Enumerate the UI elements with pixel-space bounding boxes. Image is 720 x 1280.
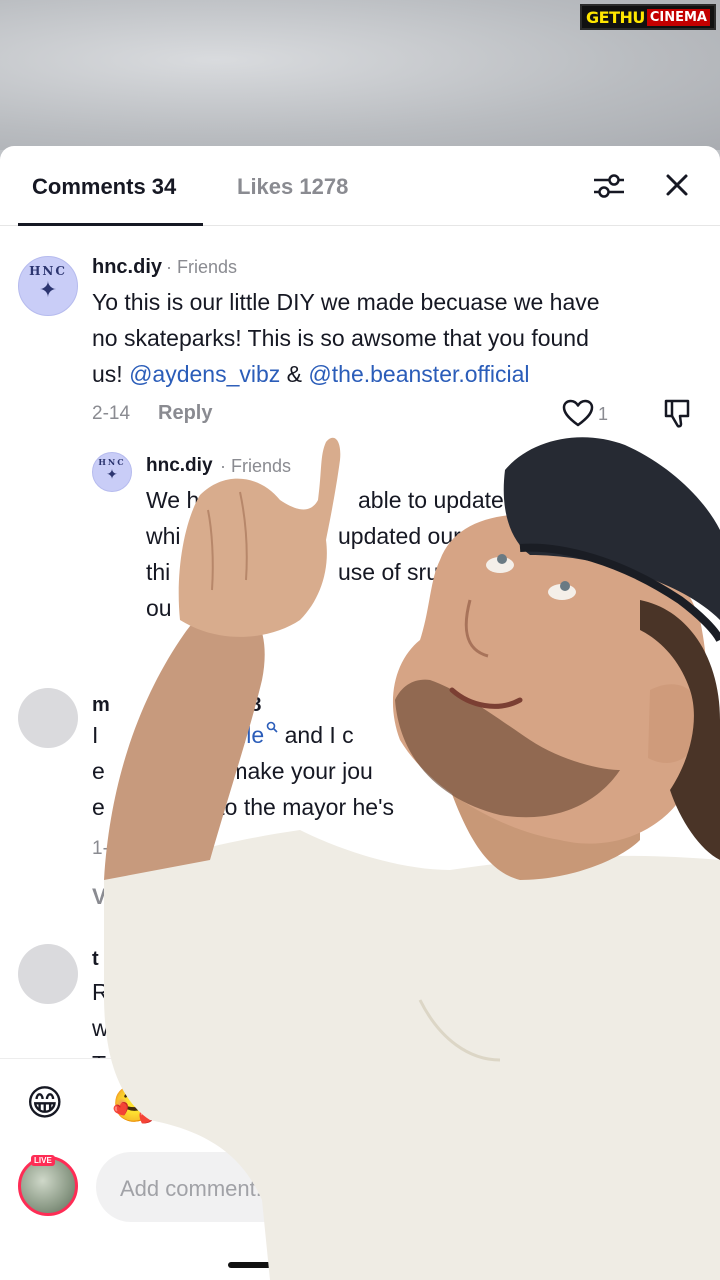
friends-label: · Friends bbox=[220, 456, 292, 476]
like-heart-icon[interactable] bbox=[561, 398, 595, 428]
comment-username[interactable]: hnc.diy bbox=[92, 256, 162, 279]
comment-text-fragment: We h bbox=[146, 487, 200, 513]
skater-icon: ✦ bbox=[38, 276, 58, 302]
comment-line-text: us! bbox=[92, 361, 130, 387]
channel-watermark: GETHU CINEMA bbox=[580, 4, 716, 30]
mention-link[interactable]: @aydens_vibz bbox=[129, 361, 280, 387]
watermark-text-1: GETHU bbox=[586, 7, 645, 27]
comment-text-fragment: ou bbox=[146, 595, 172, 621]
friends-label: · Friends bbox=[166, 257, 238, 277]
comment-text: Yo this is our little DIY we made becuas… bbox=[92, 284, 702, 392]
friends-text: Friends bbox=[177, 257, 238, 277]
grin-emoji-button[interactable]: 😁 bbox=[26, 1083, 64, 1124]
comment-text-fragment: use of sruff we bbox=[338, 559, 488, 585]
comment-text-fragment: ayesville and I c bbox=[176, 717, 354, 753]
comment-text-fragment: w bbox=[92, 1015, 109, 1041]
avatar[interactable] bbox=[18, 944, 78, 1004]
comment-username[interactable]: hnc.diy bbox=[146, 455, 213, 477]
tab-likes[interactable]: Likes 1278 bbox=[237, 174, 348, 200]
comment-text-fragment: e bbox=[92, 794, 105, 820]
dislike-icon[interactable] bbox=[662, 398, 692, 430]
mention-link[interactable]: @the.beanster.official bbox=[308, 361, 529, 387]
avatar[interactable]: HNC ✦ bbox=[92, 452, 132, 492]
comment-text-fragment: e bbox=[92, 758, 105, 784]
comment-text-fragment: thi bbox=[146, 559, 171, 585]
current-user-avatar[interactable]: LIVE bbox=[18, 1155, 78, 1216]
close-icon[interactable] bbox=[662, 170, 692, 200]
filter-icon[interactable] bbox=[592, 172, 626, 200]
laugh-emoji-button[interactable]: 😂 bbox=[202, 1083, 244, 1124]
comment-text-fragment: a bbox=[624, 487, 637, 513]
like-count: 1 bbox=[598, 404, 609, 424]
comment-line: Yo this is our little DIY we made becuas… bbox=[92, 289, 600, 315]
avatar-logo-text: HNC bbox=[29, 264, 67, 278]
search-icon bbox=[266, 721, 278, 733]
comment-text-fragment: R bbox=[92, 979, 109, 1005]
live-badge: LIVE bbox=[31, 1155, 55, 1166]
comment-line-text: and I c bbox=[278, 722, 354, 748]
comment-date: 1- bbox=[92, 838, 109, 859]
skater-icon: ✦ bbox=[106, 466, 118, 483]
comments-sheet: Comments 34 Likes 1278 HNC ✦ hnc.diy · F… bbox=[0, 146, 720, 1280]
comment-text-fragment: d also to make your jou bbox=[135, 758, 373, 784]
comment-text-fragment: I bbox=[92, 722, 99, 748]
avatar[interactable]: HNC ✦ bbox=[18, 256, 78, 316]
comment-text-fragment: updated our pa bbox=[338, 523, 493, 549]
reply-button[interactable]: Reply bbox=[145, 837, 199, 860]
comment-username-fragment[interactable]: t bbox=[92, 948, 99, 971]
comment-text-fragment: able to update bbox=[358, 487, 504, 513]
comment-text-fragment: whi bbox=[146, 523, 181, 549]
comment-line: no skateparks! This is so awsome that yo… bbox=[92, 325, 589, 351]
home-indicator bbox=[228, 1262, 492, 1268]
comment-date: 2-14 bbox=[92, 403, 131, 424]
active-tab-indicator bbox=[18, 223, 203, 226]
love-emoji-button[interactable]: 🥰 bbox=[112, 1083, 157, 1125]
comment-text-fragment: ily go talk to the mayor he's bbox=[116, 794, 394, 820]
view-replies-button[interactable]: V bbox=[92, 884, 107, 910]
avatar[interactable] bbox=[18, 688, 78, 748]
mention-separator: & bbox=[280, 361, 309, 387]
comment-line: us! @aydens_vibz & @the.beanster.officia… bbox=[92, 356, 702, 392]
hashtag-link[interactable]: ayesville bbox=[176, 722, 264, 748]
friends-text: Friends bbox=[231, 456, 292, 476]
reply-button[interactable]: Reply bbox=[158, 402, 212, 425]
tab-bar: Comments 34 Likes 1278 bbox=[0, 146, 720, 226]
comment-username-fragment[interactable]: m bbox=[92, 694, 110, 717]
watermark-text-2: CINEMA bbox=[646, 8, 710, 26]
comment-username-fragment[interactable]: 238 bbox=[228, 694, 261, 717]
add-comment-input[interactable]: Add comment... bbox=[96, 1152, 696, 1222]
tab-comments[interactable]: Comments 34 bbox=[32, 174, 176, 200]
